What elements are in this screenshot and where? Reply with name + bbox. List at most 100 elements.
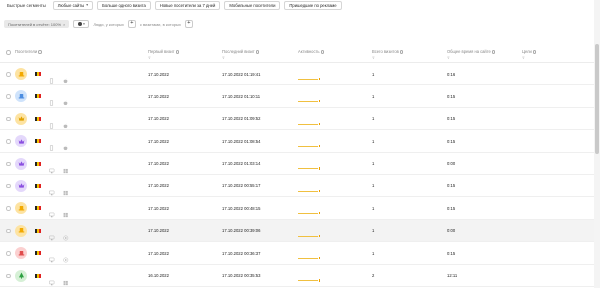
info-icon[interactable] <box>491 50 496 54</box>
close-icon[interactable]: × <box>63 22 65 27</box>
table-row[interactable]: 17.10.2022 17.10.2022 01:08:54 1 0:15 <box>0 130 600 153</box>
last-visit-cell: 17.10.2022 01:03:14 <box>222 161 261 167</box>
people-filter-input[interactable]: Люди, у которых <box>93 22 123 27</box>
table-row[interactable]: 17.10.2022 17.10.2022 01:19:41 1 0:16 <box>0 63 600 86</box>
visitor-avatar[interactable] <box>15 224 27 237</box>
column-label: Общее время на сайте <box>447 49 491 54</box>
row-checkbox[interactable] <box>6 72 11 77</box>
crown-icon <box>18 138 25 145</box>
table-row[interactable]: 17.10.2022 17.10.2022 00:39:06 1 0:00 <box>0 219 600 243</box>
desktop-icon <box>49 228 55 241</box>
add-visits-condition-button[interactable]: + <box>184 20 193 28</box>
row-checkbox[interactable] <box>6 161 11 167</box>
table-row[interactable]: 17.10.2022 17.10.2022 01:03:14 1 0:00 <box>0 153 600 175</box>
table-row[interactable]: 17.10.2022 17.10.2022 01:10:11 1 0:15 <box>0 85 600 108</box>
activity-sparkline <box>298 99 320 103</box>
segment-chip-label: Мобильные посетители <box>229 2 276 8</box>
column-first-visit[interactable]: Первый визит ⊽ <box>148 49 180 60</box>
activity-sparkline <box>298 279 320 282</box>
column-activity[interactable]: Активность <box>298 49 325 54</box>
info-icon[interactable] <box>255 50 260 54</box>
active-filter-chip[interactable]: Посетителей в отчёте: 100% × <box>4 20 70 28</box>
row-checkbox[interactable] <box>6 94 11 99</box>
table-row[interactable]: 17.10.2022 17.10.2022 01:09:52 1 0:15 <box>0 108 600 131</box>
last-visit-cell: 17.10.2022 00:36:37 <box>222 250 261 256</box>
hat-icon <box>18 93 25 100</box>
table-row[interactable]: 17.10.2022 17.10.2022 00:55:17 1 0:15 <box>0 175 600 198</box>
total-visits-cell: 1 <box>372 93 375 99</box>
chevron-down-icon: ▾ <box>86 3 89 7</box>
country-flag-icon <box>35 228 41 233</box>
active-filter-label: Посетителей в отчёте: 100% <box>8 21 62 27</box>
info-icon[interactable] <box>399 50 404 54</box>
row-checkbox[interactable] <box>6 116 11 122</box>
visitor-avatar[interactable] <box>15 202 27 215</box>
filter-icon[interactable]: ⊽ <box>372 56 375 60</box>
last-visit-cell: 17.10.2022 00:39:06 <box>222 228 261 234</box>
filter-icon[interactable]: ⊽ <box>148 56 151 60</box>
row-checkbox[interactable] <box>6 273 11 279</box>
add-people-condition-button[interactable]: + <box>127 20 136 28</box>
info-icon[interactable] <box>320 50 325 54</box>
column-goals[interactable]: Цели ⊽ <box>522 49 537 60</box>
segment-chip-new-visitors[interactable]: Новые посетители за 7 дней <box>154 0 221 10</box>
table-row[interactable]: 17.10.2022 17.10.2022 00:36:37 1 0:15 <box>0 242 600 265</box>
filter-icon[interactable]: ⊽ <box>447 56 450 60</box>
row-checkbox[interactable] <box>6 139 11 144</box>
visits-filter-input[interactable]: с визитами, в которых <box>140 22 181 27</box>
segment-chip-more-than-one-visit[interactable]: Больше одного визита <box>97 0 151 10</box>
row-checkbox[interactable] <box>6 206 11 211</box>
table-body: 17.10.2022 17.10.2022 01:19:41 1 0:16 17… <box>0 63 600 287</box>
windows-icon <box>63 205 68 218</box>
apple-icon <box>63 93 68 106</box>
column-visitors[interactable]: Посетители <box>15 49 42 54</box>
last-visit-cell: 17.10.2022 00:48:15 <box>222 205 261 211</box>
visitors-report: Быстрые сегменты Любые сайты ▾ Больше од… <box>0 0 600 288</box>
segment-chip-any-sites[interactable]: Любые сайты ▾ <box>52 0 94 10</box>
row-checkbox[interactable] <box>6 251 11 256</box>
crown-icon <box>18 115 25 122</box>
activity-sparkline <box>298 144 320 148</box>
table-row[interactable]: 16.10.2022 17.10.2022 00:35:53 2 12:11 <box>0 265 600 287</box>
apple-icon <box>63 116 68 128</box>
info-icon[interactable] <box>175 50 180 54</box>
desktop-icon <box>49 161 55 173</box>
scrollbar-thumb[interactable] <box>595 44 599 154</box>
visitor-avatar[interactable] <box>15 247 27 260</box>
first-visit-cell: 17.10.2022 <box>148 93 169 99</box>
activity-sparkline <box>298 234 320 237</box>
filter-icon[interactable]: ⊽ <box>222 56 225 60</box>
row-checkbox[interactable] <box>6 228 11 234</box>
column-label: Цели <box>522 49 532 54</box>
visitor-avatar[interactable] <box>15 157 27 170</box>
visitor-avatar[interactable] <box>15 112 27 125</box>
filter-icon[interactable]: ⊽ <box>522 56 525 60</box>
first-visit-cell: 17.10.2022 <box>148 250 169 256</box>
visitor-avatar[interactable] <box>15 90 27 103</box>
visitor-avatar[interactable] <box>15 68 27 80</box>
column-label: Первый визит <box>148 49 175 54</box>
column-label: Активность <box>298 49 320 54</box>
select-all-checkbox[interactable] <box>6 50 11 55</box>
visitor-avatar[interactable] <box>15 269 27 282</box>
activity-sparkline <box>298 256 320 260</box>
info-icon[interactable] <box>38 50 42 54</box>
table-row[interactable]: 17.10.2022 17.10.2022 00:48:15 1 0:15 <box>0 197 600 220</box>
desktop-icon <box>49 250 55 263</box>
segment-chip-label: Любые сайты <box>57 2 85 8</box>
column-total-visits[interactable]: Всего визитов ⊽ <box>372 49 404 60</box>
segment-chip-from-ads[interactable]: Пришедшие по рекламе <box>284 0 342 10</box>
activity-sparkline <box>298 167 320 170</box>
row-checkbox[interactable] <box>6 183 11 189</box>
vertical-scrollbar[interactable] <box>594 0 600 288</box>
column-total-time[interactable]: Общее время на сайте ⊽ <box>447 49 496 60</box>
segment-selector[interactable]: ▾ <box>73 20 90 28</box>
crown-icon <box>18 160 25 167</box>
country-flag-icon <box>35 273 41 278</box>
desktop-icon <box>49 273 55 285</box>
segment-chip-mobile-visitors[interactable]: Мобильные посетители <box>224 0 281 10</box>
info-icon[interactable] <box>532 50 537 54</box>
visitor-avatar[interactable] <box>15 179 27 192</box>
visitor-avatar[interactable] <box>15 135 27 148</box>
column-last-visit[interactable]: Последний визит ⊽ <box>222 49 260 60</box>
